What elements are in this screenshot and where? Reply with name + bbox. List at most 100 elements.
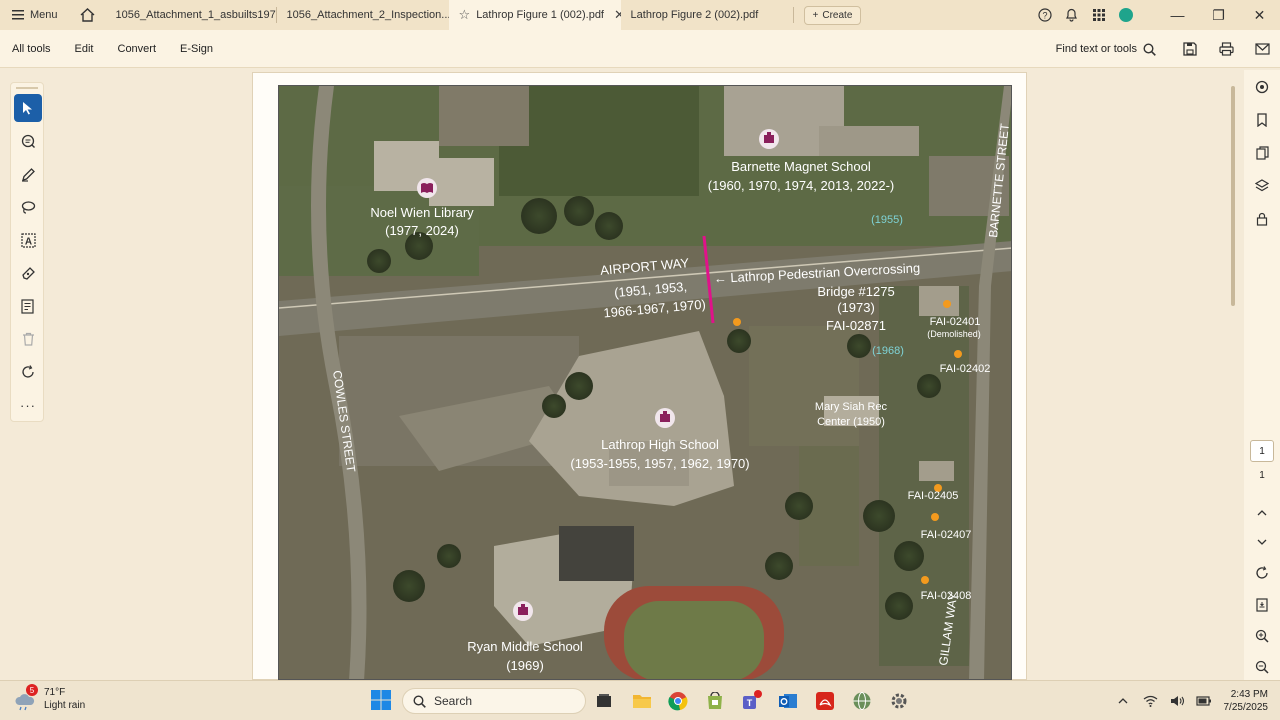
text-tool-button[interactable]: A <box>14 226 42 254</box>
fai-02405-label: FAI-02405 <box>908 490 959 502</box>
form-icon <box>21 298 34 314</box>
chevron-up-icon[interactable] <box>1110 686 1137 716</box>
demolished-label: (Demolished) <box>927 329 981 339</box>
teams-icon[interactable]: T <box>738 687 766 715</box>
clock-date: 7/25/2025 <box>1223 702 1269 713</box>
title-right-group: ? — ❐ ✕ <box>1031 0 1280 30</box>
tab-attachment-2[interactable]: 1056_Attachment_2_Inspection... <box>277 0 449 30</box>
zoom-in-icon[interactable] <box>1244 619 1280 652</box>
mail-icon[interactable] <box>1244 30 1280 68</box>
tab-label: Lathrop Figure 2 (002).pdf <box>630 9 759 21</box>
tab-lathrop-figure-1[interactable]: ☆ Lathrop Figure 1 (002).pdf ✕ <box>448 0 621 30</box>
library-years: (1977, 2024) <box>385 223 459 238</box>
tab-separator <box>792 7 794 23</box>
sign-tool-button[interactable] <box>14 259 42 287</box>
globe-app-icon[interactable] <box>848 687 876 715</box>
chrome-icon[interactable] <box>664 687 692 715</box>
delete-tool-button[interactable] <box>14 325 42 353</box>
close-window-icon[interactable]: ✕ <box>1239 0 1280 30</box>
tab-attachment-1[interactable]: 1056_Attachment_1_asbuilts197... <box>106 0 276 30</box>
search-label: Search <box>434 694 473 708</box>
rec-field <box>749 326 859 446</box>
acrobat-icon[interactable] <box>811 687 839 715</box>
tab-label: 1056_Attachment_2_Inspection... <box>286 9 449 21</box>
find-tools-button[interactable]: Find text or tools <box>1040 42 1172 56</box>
account-avatar[interactable] <box>1112 0 1139 30</box>
settings-gear-icon[interactable] <box>885 687 913 715</box>
extract-page-icon[interactable] <box>1244 588 1280 621</box>
lasso-icon <box>21 201 36 214</box>
wifi-icon[interactable] <box>1137 686 1164 716</box>
hamburger-icon <box>12 10 24 20</box>
edit-button[interactable]: Edit <box>63 43 106 55</box>
all-tools-button[interactable]: All tools <box>0 43 63 55</box>
menu-button[interactable]: Menu <box>0 0 70 30</box>
map-canvas: Barnette Magnet School (1960, 1970, 1974… <box>279 86 1011 679</box>
more-tools-button[interactable]: ··· <box>14 391 42 419</box>
task-view-icon[interactable] <box>590 687 618 715</box>
comment-tool-button[interactable] <box>14 127 42 155</box>
battery-icon[interactable] <box>1191 686 1218 716</box>
page-number-input[interactable]: 1 <box>1250 440 1274 462</box>
find-label: Find text or tools <box>1055 43 1137 55</box>
fai-02401-building <box>919 286 959 316</box>
weather-widget[interactable]: 5 71°F Light rain <box>14 684 86 713</box>
weather-condition: Light rain <box>44 700 86 711</box>
zoom-out-icon[interactable] <box>1244 650 1280 683</box>
vertical-scrollbar[interactable] <box>1231 86 1235 306</box>
text-box-icon: A <box>20 232 36 248</box>
lasso-tool-button[interactable] <box>14 193 42 221</box>
lock-icon[interactable] <box>1244 202 1280 235</box>
save-icon[interactable] <box>1172 30 1208 68</box>
north-parking <box>439 86 529 146</box>
bell-icon[interactable] <box>1058 0 1085 30</box>
library-label: Noel Wien Library <box>370 205 474 220</box>
weather-temp: 71°F <box>44 687 66 698</box>
ryan-gym-roof <box>559 526 634 581</box>
page-total: 1 <box>1259 470 1265 481</box>
weather-badge: 5 <box>26 684 38 696</box>
more-icon: ··· <box>20 397 36 413</box>
apps-grid-icon[interactable] <box>1085 0 1112 30</box>
tab-lathrop-figure-2[interactable]: Lathrop Figure 2 (002).pdf <box>621 0 793 30</box>
esign-button[interactable]: E-Sign <box>168 43 225 55</box>
draw-tool-button[interactable] <box>14 160 42 188</box>
barnette-school-years: (1960, 1970, 1974, 2013, 2022-) <box>708 178 894 193</box>
restore-icon[interactable]: ❐ <box>1198 0 1239 30</box>
form-tool-button[interactable] <box>14 292 42 320</box>
fai-02402-marker <box>954 350 962 358</box>
file-explorer-icon[interactable] <box>628 687 656 715</box>
system-clock[interactable]: 2:43 PM 7/25/2025 <box>1218 688 1280 714</box>
ai-assistant-icon[interactable] <box>1244 70 1280 103</box>
print-icon[interactable] <box>1208 30 1244 68</box>
fai-02871-marker <box>733 318 741 326</box>
rotate-tool-button[interactable] <box>14 358 42 386</box>
create-button[interactable]: + Create <box>803 5 862 25</box>
refresh-icon[interactable] <box>1244 556 1280 589</box>
home-icon[interactable] <box>70 0 106 30</box>
page-down-icon[interactable] <box>1244 525 1280 558</box>
layers-icon[interactable] <box>1244 169 1280 202</box>
select-tool-button[interactable] <box>14 94 42 122</box>
volume-icon[interactable] <box>1164 686 1191 716</box>
left-tool-rail: A ··· <box>10 82 44 422</box>
windows-start-button[interactable] <box>370 689 394 713</box>
comment-icon <box>21 134 35 148</box>
outlook-icon[interactable] <box>774 687 802 715</box>
bookmark-icon[interactable] <box>1244 103 1280 136</box>
sign-pen-icon <box>21 266 35 280</box>
minimize-icon[interactable]: — <box>1157 0 1198 30</box>
track-infield <box>624 601 764 679</box>
app-store-icon[interactable] <box>701 687 729 715</box>
plus-icon: + <box>812 9 819 21</box>
windows-taskbar: 5 71°F Light rain Search T 2:43 PM 7/25/… <box>0 680 1280 720</box>
star-icon[interactable]: ☆ <box>459 7 471 23</box>
right-rail: 1 1 <box>1244 70 1280 680</box>
pages-icon[interactable] <box>1244 136 1280 169</box>
help-icon[interactable]: ? <box>1031 0 1058 30</box>
taskbar-search[interactable]: Search <box>402 688 586 714</box>
fai-02407-label: FAI-02407 <box>921 529 972 541</box>
convert-button[interactable]: Convert <box>106 43 169 55</box>
fai-02401-label: FAI-02401 <box>930 316 981 328</box>
fai-02407-marker <box>931 513 939 521</box>
